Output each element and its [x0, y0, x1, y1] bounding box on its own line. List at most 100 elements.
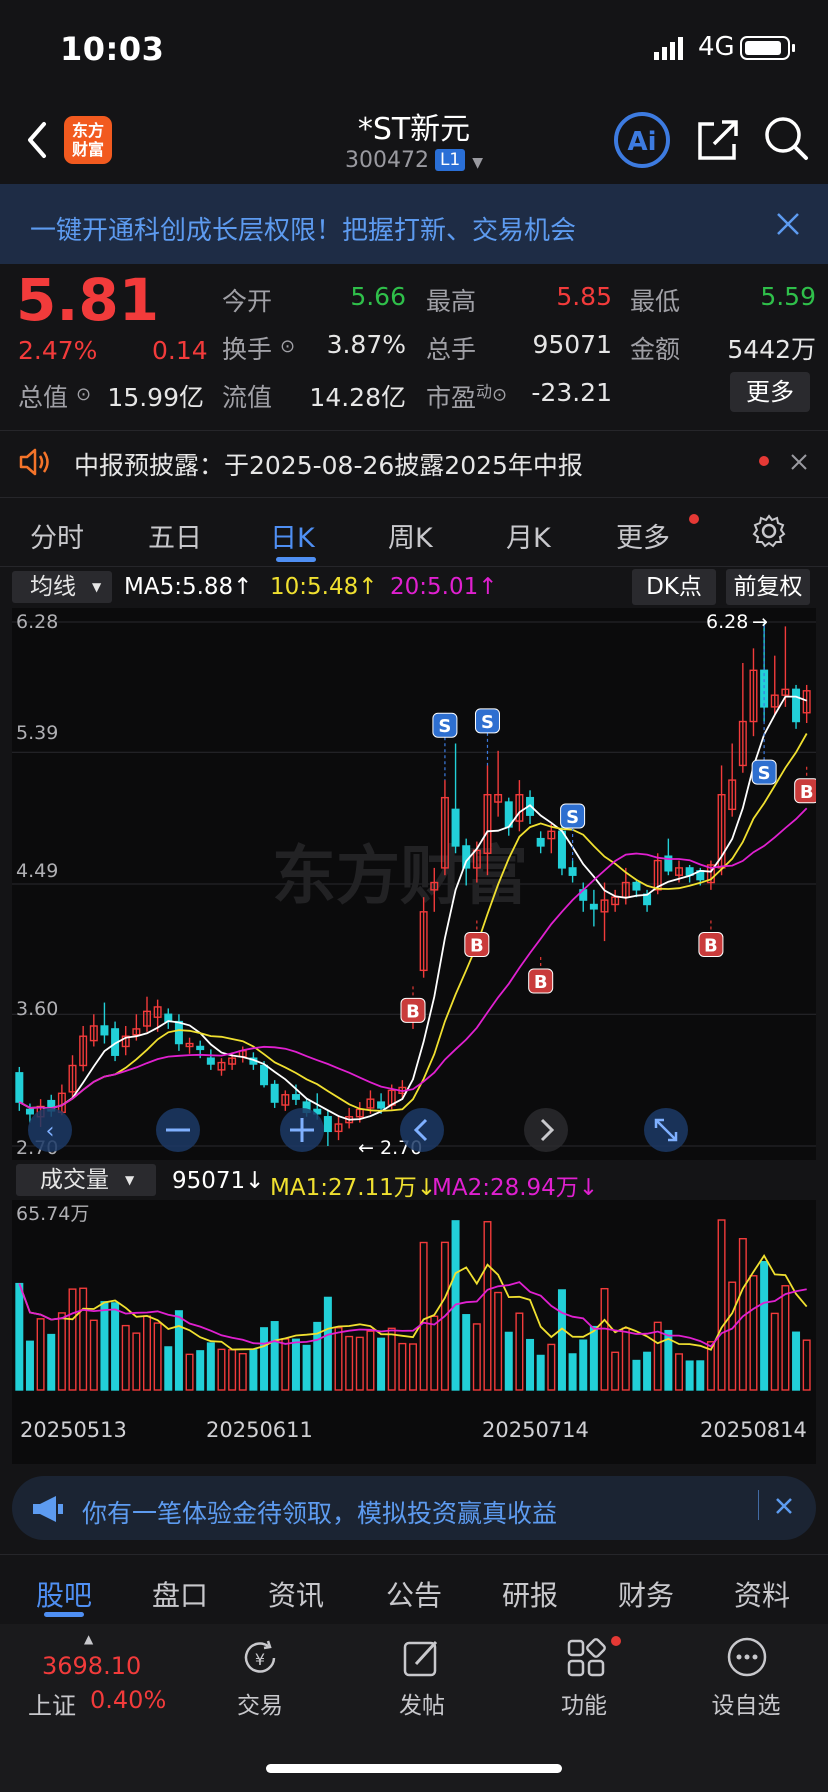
grid-icon[interactable]	[566, 1638, 606, 1678]
volume-bar	[377, 1337, 386, 1391]
adjust-button[interactable]: 前复权	[726, 569, 810, 605]
promo-text[interactable]: 你有一笔体验金待领取，模拟投资赢真收益	[82, 1494, 557, 1530]
tab-profile[interactable]: 资料	[734, 1574, 790, 1614]
tab-guba[interactable]: 股吧	[36, 1574, 92, 1614]
tab-announcement[interactable]: 公告	[386, 1574, 442, 1614]
volume-value: 95071	[532, 330, 612, 359]
x-axis-label: 20250611	[206, 1418, 313, 1442]
caret-down-icon: ▼	[125, 1173, 135, 1187]
volume-bar	[536, 1354, 545, 1391]
close-icon[interactable]	[774, 210, 802, 238]
volume-current: 95071↓	[172, 1168, 265, 1194]
zoom-out-button[interactable]: ‹	[28, 1108, 72, 1152]
candle	[206, 1057, 215, 1065]
search-icon[interactable]	[762, 114, 810, 162]
compose-icon[interactable]	[402, 1638, 442, 1678]
dk-point-button[interactable]: DK点	[632, 569, 716, 605]
candle	[100, 1025, 109, 1036]
network-label: 4G	[698, 32, 735, 62]
tab-five-day[interactable]: 五日	[148, 516, 202, 555]
tab-finance[interactable]: 财务	[618, 1574, 674, 1614]
scroll-right-button[interactable]	[524, 1108, 568, 1152]
tab-pankou[interactable]: 盘口	[152, 1574, 208, 1614]
nav-post-label[interactable]: 发帖	[372, 1686, 472, 1720]
volume-bar	[206, 1342, 215, 1391]
caret-down-icon: ▼	[472, 155, 484, 171]
index-percent[interactable]: 0.40%	[90, 1686, 166, 1714]
trade-icon[interactable]: ¥	[238, 1638, 282, 1678]
notice-text[interactable]: 中报预披露：于2025-08-26披露2025年中报	[74, 446, 583, 482]
close-icon[interactable]	[774, 1496, 794, 1516]
nav-function-label[interactable]: 功能	[534, 1686, 634, 1720]
x-axis-label: 20250513	[20, 1418, 127, 1442]
volume-bar	[696, 1360, 705, 1391]
volume-bar	[589, 1325, 598, 1391]
mcap-value: 15.99亿	[107, 383, 204, 412]
banner-text[interactable]: 一键开通科创成长层权限！把握打新、交易机会	[30, 210, 576, 247]
kline-chart[interactable]: 东方财富 S SBBSBBSB 6.28 5.39 4.49 3.60 2.70 …	[12, 608, 816, 1160]
tab-weekly-k[interactable]: 周K	[388, 516, 433, 555]
x-axis-label: 20250714	[482, 1418, 589, 1442]
amount-label: 金额	[630, 335, 681, 364]
scroll-left-button[interactable]	[400, 1108, 444, 1152]
volume-bar	[291, 1338, 300, 1391]
more-icon[interactable]	[726, 1636, 768, 1678]
volume-indicator-select[interactable]: 成交量 ▼	[16, 1164, 156, 1196]
plus-button[interactable]	[280, 1108, 324, 1152]
status-time: 10:03	[60, 30, 165, 68]
tab-news[interactable]: 资讯	[268, 1574, 324, 1614]
volume-bar	[47, 1333, 56, 1391]
info-icon[interactable]: ⊙	[76, 384, 91, 405]
tab-more[interactable]: 更多	[616, 516, 670, 555]
candle	[792, 688, 801, 723]
ma5-label: MA5:5.88↑	[124, 574, 253, 600]
index-name[interactable]: 上证	[28, 1686, 76, 1721]
volume-bar	[557, 1289, 566, 1391]
minus-button[interactable]	[156, 1108, 200, 1152]
volume-ma2: MA2:28.94万↓	[432, 1175, 599, 1201]
nav-add-watchlist-label[interactable]: 设自选	[696, 1686, 796, 1720]
megaphone-icon	[33, 1496, 63, 1522]
candle	[462, 845, 471, 869]
volume-bar	[632, 1359, 641, 1391]
mcap-label: 总值 ⊙	[18, 383, 92, 412]
volume-bar	[579, 1339, 588, 1391]
tab-intraday[interactable]: 分时	[30, 516, 84, 555]
tab-monthly-k[interactable]: 月K	[506, 516, 551, 555]
indicator-select[interactable]: 均线 ▼	[12, 571, 112, 603]
high-label: 最高	[426, 287, 477, 316]
signal-label: B	[800, 782, 814, 803]
tab-research[interactable]: 研报	[502, 1574, 558, 1614]
volume-chart[interactable]: 65.74万	[12, 1200, 816, 1406]
volume-bar	[302, 1344, 311, 1391]
settings-gear-icon[interactable]	[752, 514, 786, 548]
signal-label: B	[406, 1001, 420, 1022]
turnover-label: 换手 ⊙	[222, 335, 296, 364]
volume-max-label: 65.74万	[16, 1203, 89, 1225]
candle	[377, 1101, 386, 1109]
volume-bar	[270, 1321, 279, 1391]
open-value: 5.66	[350, 282, 406, 311]
index-value[interactable]: 3698.10	[42, 1652, 141, 1680]
fullscreen-button[interactable]	[644, 1108, 688, 1152]
info-icon[interactable]: ⊙	[280, 336, 295, 357]
signal-label: S	[758, 763, 771, 784]
caret-down-icon: ▼	[92, 580, 102, 594]
close-icon[interactable]	[789, 452, 809, 472]
up-arrow-icon: ↑	[233, 574, 253, 600]
candle	[270, 1083, 279, 1103]
share-icon[interactable]	[694, 116, 742, 164]
more-button[interactable]: 更多	[730, 372, 810, 412]
divider	[0, 566, 828, 567]
svg-text:←: ←	[358, 1137, 374, 1159]
nav-trade-label[interactable]: 交易	[210, 1686, 310, 1720]
ai-icon[interactable]: Ai	[612, 110, 672, 170]
divider	[758, 1490, 759, 1520]
float-value: 14.28亿	[309, 383, 406, 412]
tab-daily-k[interactable]: 日K	[270, 516, 315, 555]
volume-bar	[111, 1302, 120, 1391]
speaker-icon	[19, 448, 49, 476]
candle	[260, 1064, 269, 1086]
volume-bar	[643, 1351, 652, 1391]
svg-text:6.28: 6.28	[706, 611, 748, 633]
